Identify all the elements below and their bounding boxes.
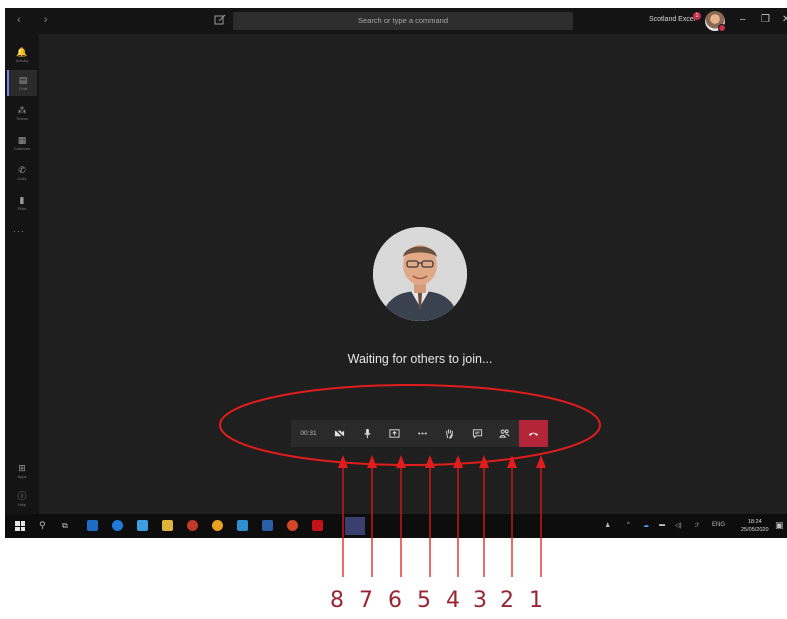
org-name[interactable]: Scotland Excel — [649, 16, 695, 23]
system-clock[interactable]: 18:24 25/05/2020 — [741, 518, 769, 534]
task-view-icon[interactable]: ⧉ — [62, 521, 68, 531]
chrome-icon[interactable] — [212, 520, 223, 531]
annotation-number-3: 3 — [473, 588, 487, 613]
battery-icon[interactable]: ▬ — [659, 522, 665, 528]
search-input[interactable]: Search or type a command — [233, 12, 573, 30]
annotation-number-8: 8 — [330, 588, 344, 613]
history-nav-arrows[interactable]: ‹ › — [17, 14, 57, 26]
edge-icon[interactable] — [112, 520, 123, 531]
meeting-chat-button[interactable] — [464, 420, 492, 447]
network-icon[interactable]: ℱ — [695, 522, 700, 529]
microphone-toggle-button[interactable] — [354, 420, 382, 447]
powerpoint-icon[interactable] — [287, 520, 298, 531]
rail-item-chat[interactable]: ▤ Chat — [7, 70, 37, 96]
people-icon[interactable]: ♟ — [605, 522, 610, 529]
raise-hand-button[interactable] — [436, 420, 464, 447]
annotation-number-7: 7 — [359, 588, 373, 613]
rail-item-calendar[interactable]: ▦ Calendar — [7, 130, 37, 156]
outlook-icon[interactable] — [87, 520, 98, 531]
file-explorer-icon[interactable] — [162, 520, 173, 531]
teams-window: ‹ › Search or type a command Scotland Ex… — [5, 8, 787, 538]
annotation-number-4: 4 — [446, 588, 460, 613]
annotation-numbers: 8 7 6 5 4 3 2 1 — [330, 588, 560, 618]
rail-item-help[interactable]: ⓘ Help — [7, 486, 37, 512]
annotation-number-5: 5 — [417, 588, 431, 613]
show-participants-button[interactable] — [491, 420, 519, 447]
word-icon[interactable] — [262, 520, 273, 531]
camera-toggle-button[interactable] — [326, 420, 354, 447]
annotation-number-2: 2 — [500, 588, 514, 613]
participant-avatar — [373, 227, 467, 321]
windows-taskbar: ⚲ ⧉ ♟ ^ ☁ ▬ ◁) ℱ ENG 18:24 25/05/2020 ▣ — [5, 514, 787, 538]
camera-off-icon — [334, 428, 345, 439]
participants-icon — [499, 429, 510, 438]
chat-icon — [472, 429, 482, 439]
participant-photo — [373, 227, 467, 321]
rail-item-apps[interactable]: ⊞ Apps — [7, 458, 37, 484]
share-screen-button[interactable] — [381, 420, 409, 447]
language-indicator[interactable]: ENG — [712, 522, 725, 528]
calendar-icon: ▦ — [17, 135, 27, 145]
apps-icon: ⊞ — [18, 463, 26, 473]
call-timer: 00:31 — [300, 430, 317, 437]
onedrive-icon[interactable]: ☁ — [643, 522, 649, 529]
chat-icon: ▤ — [18, 75, 28, 85]
notification-badge: 1 — [693, 12, 701, 20]
user-avatar[interactable] — [705, 11, 726, 32]
more-options-icon — [418, 432, 427, 435]
close-button[interactable]: ✕ — [782, 14, 787, 25]
teams-icon: ⁂ — [17, 105, 27, 115]
app-rail: 🔔 Activity ▤ Chat ⁂ Teams ▦ Calendar ✆ C… — [5, 34, 39, 514]
skype-icon[interactable] — [237, 520, 248, 531]
hang-up-icon — [528, 432, 539, 436]
windows-start-icon[interactable] — [15, 521, 25, 531]
help-icon: ⓘ — [17, 491, 27, 501]
tray-chevron-icon[interactable]: ^ — [627, 522, 630, 528]
acrobat-icon[interactable] — [312, 520, 323, 531]
title-bar: ‹ › Search or type a command Scotland Ex… — [5, 8, 787, 34]
bell-icon: 🔔 — [16, 47, 28, 57]
rail-item-files[interactable]: ▮ Files — [7, 190, 37, 216]
maximize-button[interactable]: ❐ — [761, 14, 770, 25]
waiting-message: Waiting for others to join... — [347, 352, 493, 366]
file-icon: ▮ — [19, 195, 25, 205]
search-icon[interactable]: ⚲ — [39, 520, 46, 531]
raise-hand-icon — [446, 429, 453, 439]
compose-icon[interactable] — [213, 13, 227, 27]
teams-taskbar-icon[interactable] — [345, 517, 365, 535]
phone-icon: ✆ — [18, 165, 26, 175]
microphone-icon — [364, 428, 371, 439]
annotation-number-6: 6 — [388, 588, 402, 613]
share-screen-icon — [389, 429, 400, 438]
notifications-icon[interactable]: ▣ — [775, 520, 784, 531]
more-apps-icon[interactable]: ··· — [13, 226, 25, 236]
rail-item-teams[interactable]: ⁂ Teams — [7, 100, 37, 126]
store-icon[interactable] — [137, 520, 148, 531]
minimize-button[interactable]: – — [740, 14, 746, 25]
app-icon-red[interactable] — [187, 520, 198, 531]
rail-item-activity[interactable]: 🔔 Activity — [7, 42, 37, 68]
hang-up-button[interactable] — [519, 420, 548, 447]
annotation-number-1: 1 — [529, 588, 543, 613]
volume-icon[interactable]: ◁) — [675, 522, 682, 529]
more-options-button[interactable] — [409, 420, 437, 447]
rail-item-calls[interactable]: ✆ Calls — [7, 160, 37, 186]
call-controls-bar: 00:31 — [291, 420, 548, 447]
